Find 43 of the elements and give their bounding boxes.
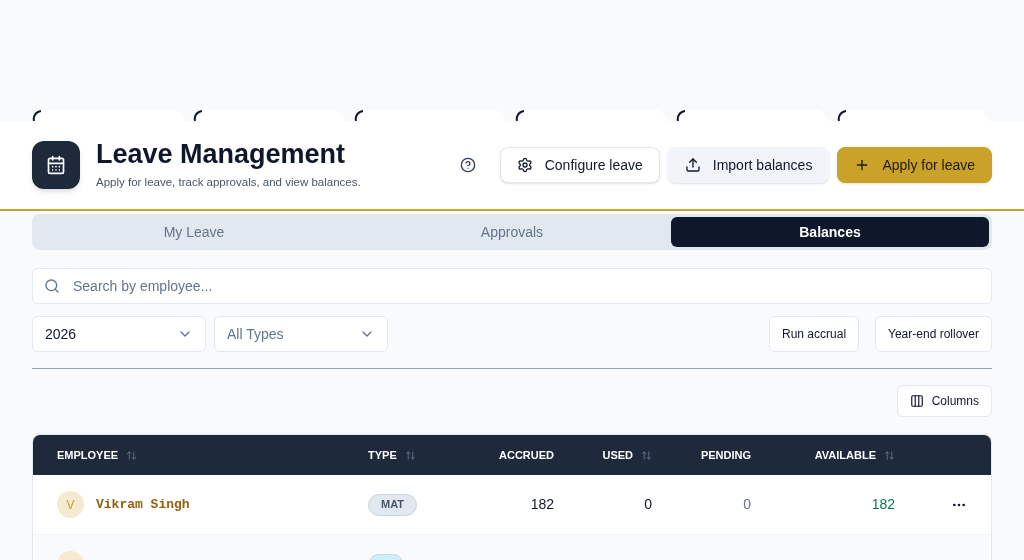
column-header[interactable]: TYPE	[368, 446, 397, 464]
tab[interactable]: My Leave	[35, 217, 353, 247]
action-button[interactable]: Year-end rollover	[875, 316, 992, 352]
action-button[interactable]: Run accrual	[769, 316, 860, 352]
column-header[interactable]: EMPLOYEE	[57, 446, 119, 464]
page-title: Leave Management	[96, 138, 347, 171]
apply-button[interactable]: Apply for leave	[837, 147, 992, 183]
column-header[interactable]: PENDING	[700, 446, 751, 464]
tab[interactable]: Balances	[671, 217, 989, 247]
table-cell-text: 0	[644, 495, 652, 514]
columns-button[interactable]: Columns	[896, 385, 992, 417]
column-header[interactable]: AVAILABLE	[814, 446, 876, 464]
employee-name[interactable]: Vikram Singh	[96, 494, 190, 515]
spinner-icon	[193, 110, 203, 121]
search-field[interactable]: Search by employee...	[32, 268, 992, 304]
column-header[interactable]: USED	[602, 446, 633, 464]
table-cell-text: 182	[871, 495, 895, 514]
column-header[interactable]: ACCRUED	[499, 446, 554, 464]
spinner-icon	[676, 110, 686, 121]
spinner-icon	[837, 110, 847, 121]
type-badge: MAT	[368, 493, 417, 516]
table-cell-text: 182	[530, 495, 554, 514]
select-field[interactable]: All Types	[214, 316, 388, 352]
table-cell-text: 0	[743, 495, 751, 514]
spinner-icon	[515, 110, 525, 121]
sort-icon[interactable]	[126, 449, 138, 461]
sort-icon[interactable]	[404, 449, 416, 461]
settings-icon	[516, 157, 533, 173]
import-button[interactable]: Import balances	[667, 147, 830, 183]
sort-icon[interactable]	[641, 449, 652, 461]
select-field[interactable]: 2026	[32, 316, 206, 352]
configure-button[interactable]: Configure leave	[499, 147, 660, 183]
upload-icon	[684, 157, 701, 173]
spinner-icon	[354, 110, 364, 121]
tab[interactable]: Approvals	[353, 217, 671, 247]
calendar-icon	[46, 155, 66, 175]
columns-icon	[909, 394, 924, 408]
avatar: V	[57, 491, 84, 518]
help-icon[interactable]	[459, 157, 476, 173]
page-subtitle: Apply for leave, track approvals, and view balances.	[96, 175, 361, 191]
spinner-icon	[32, 110, 42, 121]
search-icon	[44, 278, 60, 294]
sort-icon[interactable]	[884, 449, 895, 461]
